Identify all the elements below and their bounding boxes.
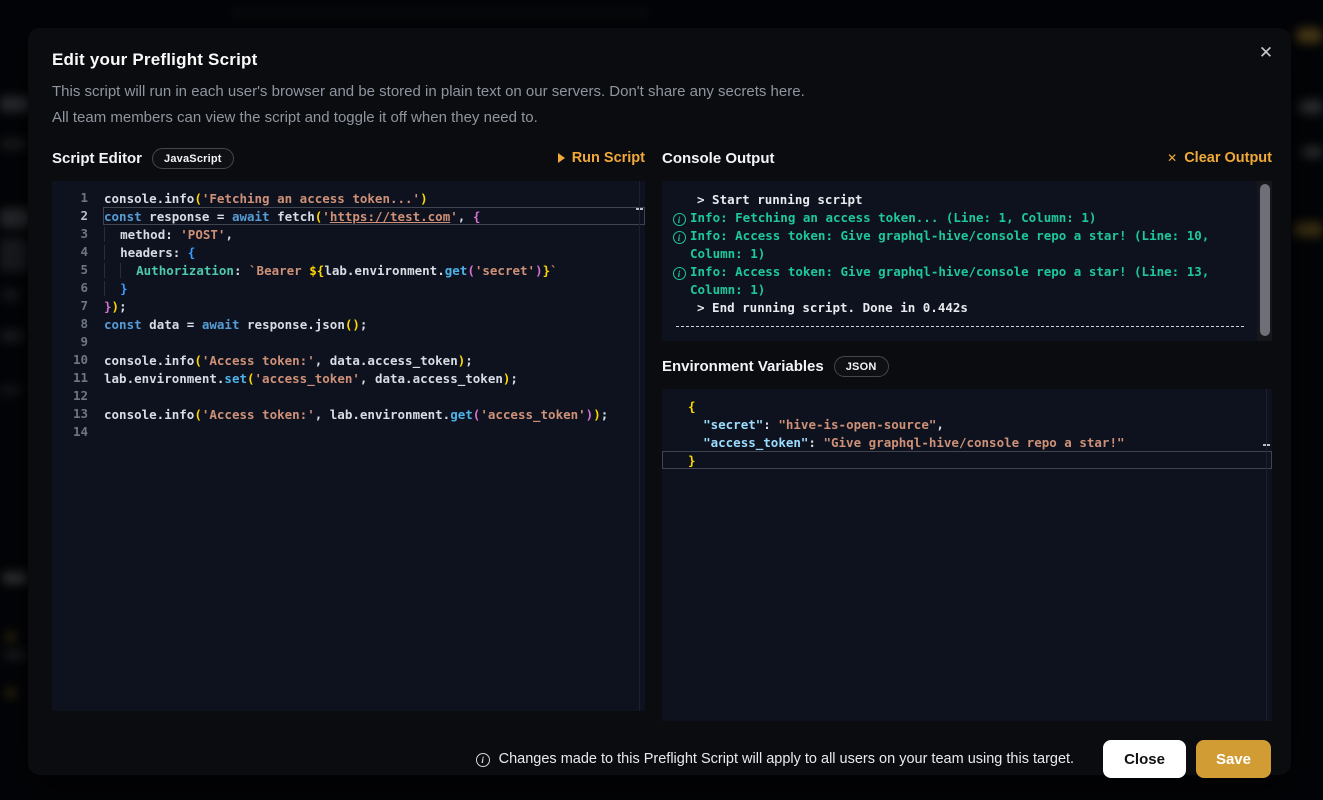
preflight-script-modal: ✕ Edit your Preflight Script This script… [28, 28, 1291, 775]
line-number: 14 [52, 423, 88, 441]
line-number: 13 [52, 405, 88, 423]
clear-icon: ✕ [1167, 152, 1177, 164]
modal-description: This script will run in each user's brow… [52, 79, 1272, 131]
code-line: method: 'POST', [103, 225, 645, 243]
overview-ruler-mark [636, 208, 643, 210]
console-row: iInfo: Access token: Give graphql-hive/c… [668, 263, 1246, 299]
line-number: 8 [52, 315, 88, 333]
code-line [103, 423, 645, 441]
editor-code[interactable]: console.info('Fetching an access token..… [103, 189, 645, 711]
code-line: const data = await response.json(); [103, 315, 645, 333]
line-number: 5 [52, 261, 88, 279]
script-editor[interactable]: 1234567891011121314 console.info('Fetchi… [52, 181, 645, 711]
line-number: 11 [52, 369, 88, 387]
clear-output-label: Clear Output [1184, 150, 1272, 166]
code-line: } [103, 279, 645, 297]
line-number: 7 [52, 297, 88, 315]
console-row: iInfo: Fetching an access token... (Line… [668, 209, 1246, 227]
code-line [103, 387, 645, 405]
console-text: > End running script. Done in 0.442s [690, 299, 1246, 317]
console-text: Info: Access token: Give graphql-hive/co… [690, 263, 1246, 299]
json-badge: JSON [834, 356, 889, 377]
console-text: Info: Access token: Give graphql-hive/co… [690, 227, 1246, 263]
console-scrollbar-thumb[interactable] [1260, 184, 1270, 336]
code-line: lab.environment.set('access_token', data… [103, 369, 645, 387]
line-number: 4 [52, 243, 88, 261]
play-icon [558, 153, 565, 163]
console-row: > Start running script [668, 191, 1246, 209]
code-line: }); [103, 297, 645, 315]
console-text: > Start running script [690, 191, 1246, 209]
clear-output-button[interactable]: ✕ Clear Output [1167, 150, 1272, 166]
console-row: > End running script. Done in 0.442s [668, 299, 1246, 317]
console-output-panel[interactable]: > Start running scriptiInfo: Fetching an… [662, 181, 1272, 341]
console-text: Info: Fetching an access token... (Line:… [690, 209, 1246, 227]
code-line: "access_token": "Give graphql-hive/conso… [662, 433, 1272, 451]
line-number: 9 [52, 333, 88, 351]
code-line: const response = await fetch('https://te… [103, 207, 645, 225]
info-icon: i [668, 227, 690, 263]
console-scrollbar-track [1257, 181, 1272, 341]
modal-footer: i Changes made to this Preflight Script … [52, 727, 1272, 791]
console-separator [676, 326, 1244, 327]
env-overview-ruler-mark [1263, 444, 1270, 446]
console-icon-spacer [668, 191, 690, 209]
save-button[interactable]: Save [1196, 740, 1271, 778]
close-button[interactable]: Close [1103, 740, 1186, 778]
info-icon: i [668, 209, 690, 227]
code-line: console.info('Fetching an access token..… [103, 189, 645, 207]
line-number: 3 [52, 225, 88, 243]
code-line: Authorization: `Bearer ${lab.environment… [103, 261, 645, 279]
editor-gutter: 1234567891011121314 [52, 189, 103, 711]
line-number: 1 [52, 189, 88, 207]
info-icon: i [476, 753, 490, 767]
code-line [103, 333, 645, 351]
code-line: console.info('Access token:', lab.enviro… [103, 405, 645, 423]
run-script-label: Run Script [572, 150, 645, 166]
footer-notice: i Changes made to this Preflight Script … [476, 751, 1074, 767]
environment-variables-editor[interactable]: { "secret": "hive-is-open-source", "acce… [662, 389, 1272, 721]
code-line: { [662, 397, 1272, 415]
console-output-label: Console Output [662, 150, 775, 167]
script-editor-label: Script Editor [52, 150, 142, 167]
console-row: iInfo: Access token: Give graphql-hive/c… [668, 227, 1246, 263]
console-icon-spacer [668, 299, 690, 317]
code-line: } [662, 451, 1272, 469]
close-icon[interactable]: ✕ [1255, 42, 1277, 64]
code-line: "secret": "hive-is-open-source", [662, 415, 1272, 433]
info-icon: i [668, 263, 690, 299]
environment-variables-label: Environment Variables [662, 358, 824, 375]
line-number: 10 [52, 351, 88, 369]
line-number: 6 [52, 279, 88, 297]
line-number: 12 [52, 387, 88, 405]
run-script-button[interactable]: Run Script [558, 150, 645, 166]
code-line: headers: { [103, 243, 645, 261]
description-line-2: All team members can view the script and… [52, 105, 1272, 131]
description-line-1: This script will run in each user's brow… [52, 79, 1272, 105]
code-line: console.info('Access token:', data.acces… [103, 351, 645, 369]
line-number: 2 [52, 207, 88, 225]
javascript-badge: JavaScript [152, 148, 234, 169]
page-title: Edit your Preflight Script [52, 50, 1272, 70]
footer-notice-text: Changes made to this Preflight Script wi… [499, 751, 1074, 767]
